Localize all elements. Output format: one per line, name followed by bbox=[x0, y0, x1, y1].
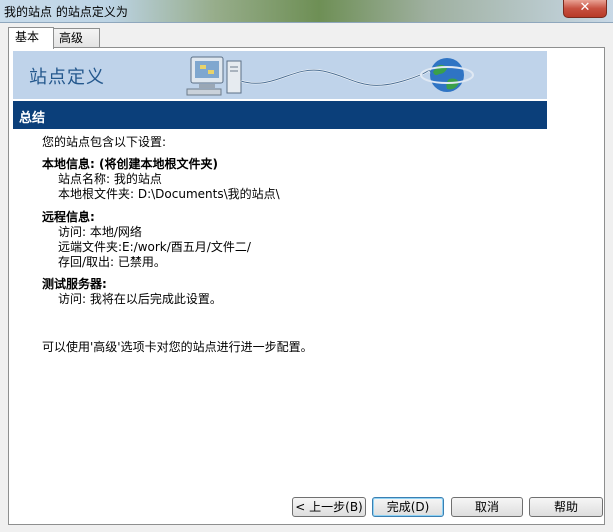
section-header: 总结 bbox=[13, 101, 547, 129]
help-button[interactable]: 帮助 bbox=[529, 497, 603, 517]
window-title: 我的站点 的站点定义为 bbox=[4, 5, 128, 19]
tab-panel: 站点定义 总结 您的站点包含以下设置: 本地信息: (将创建本地根文件夹) 站点… bbox=[8, 47, 605, 525]
tab-advanced[interactable]: 高级 bbox=[52, 28, 100, 48]
cancel-button[interactable]: 取消 bbox=[451, 497, 523, 517]
banner-title: 站点定义 bbox=[29, 67, 105, 88]
done-button[interactable]: 完成(D) bbox=[372, 497, 444, 517]
tab-basic[interactable]: 基本 bbox=[8, 27, 54, 49]
remote-checkinout: 存回/取出: 已禁用。 bbox=[58, 255, 166, 269]
back-button[interactable]: < 上一步(B) bbox=[292, 497, 366, 517]
wizard-banner: 站点定义 bbox=[13, 51, 547, 99]
local-root-folder: 本地根文件夹: D:\Documents\我的站点\ bbox=[58, 187, 280, 201]
section-title: 总结 bbox=[19, 111, 46, 126]
title-bar[interactable]: 我的站点 的站点定义为 ✕ bbox=[0, 0, 613, 23]
advanced-tab-note: 可以使用'高级'选项卡对您的站点进行进一步配置。 bbox=[42, 340, 313, 354]
summary-intro: 您的站点包含以下设置: bbox=[42, 135, 167, 149]
testing-server-access: 访问: 我将在以后完成此设置。 bbox=[58, 292, 222, 306]
close-button[interactable]: ✕ bbox=[563, 0, 607, 18]
close-icon: ✕ bbox=[579, 0, 591, 15]
